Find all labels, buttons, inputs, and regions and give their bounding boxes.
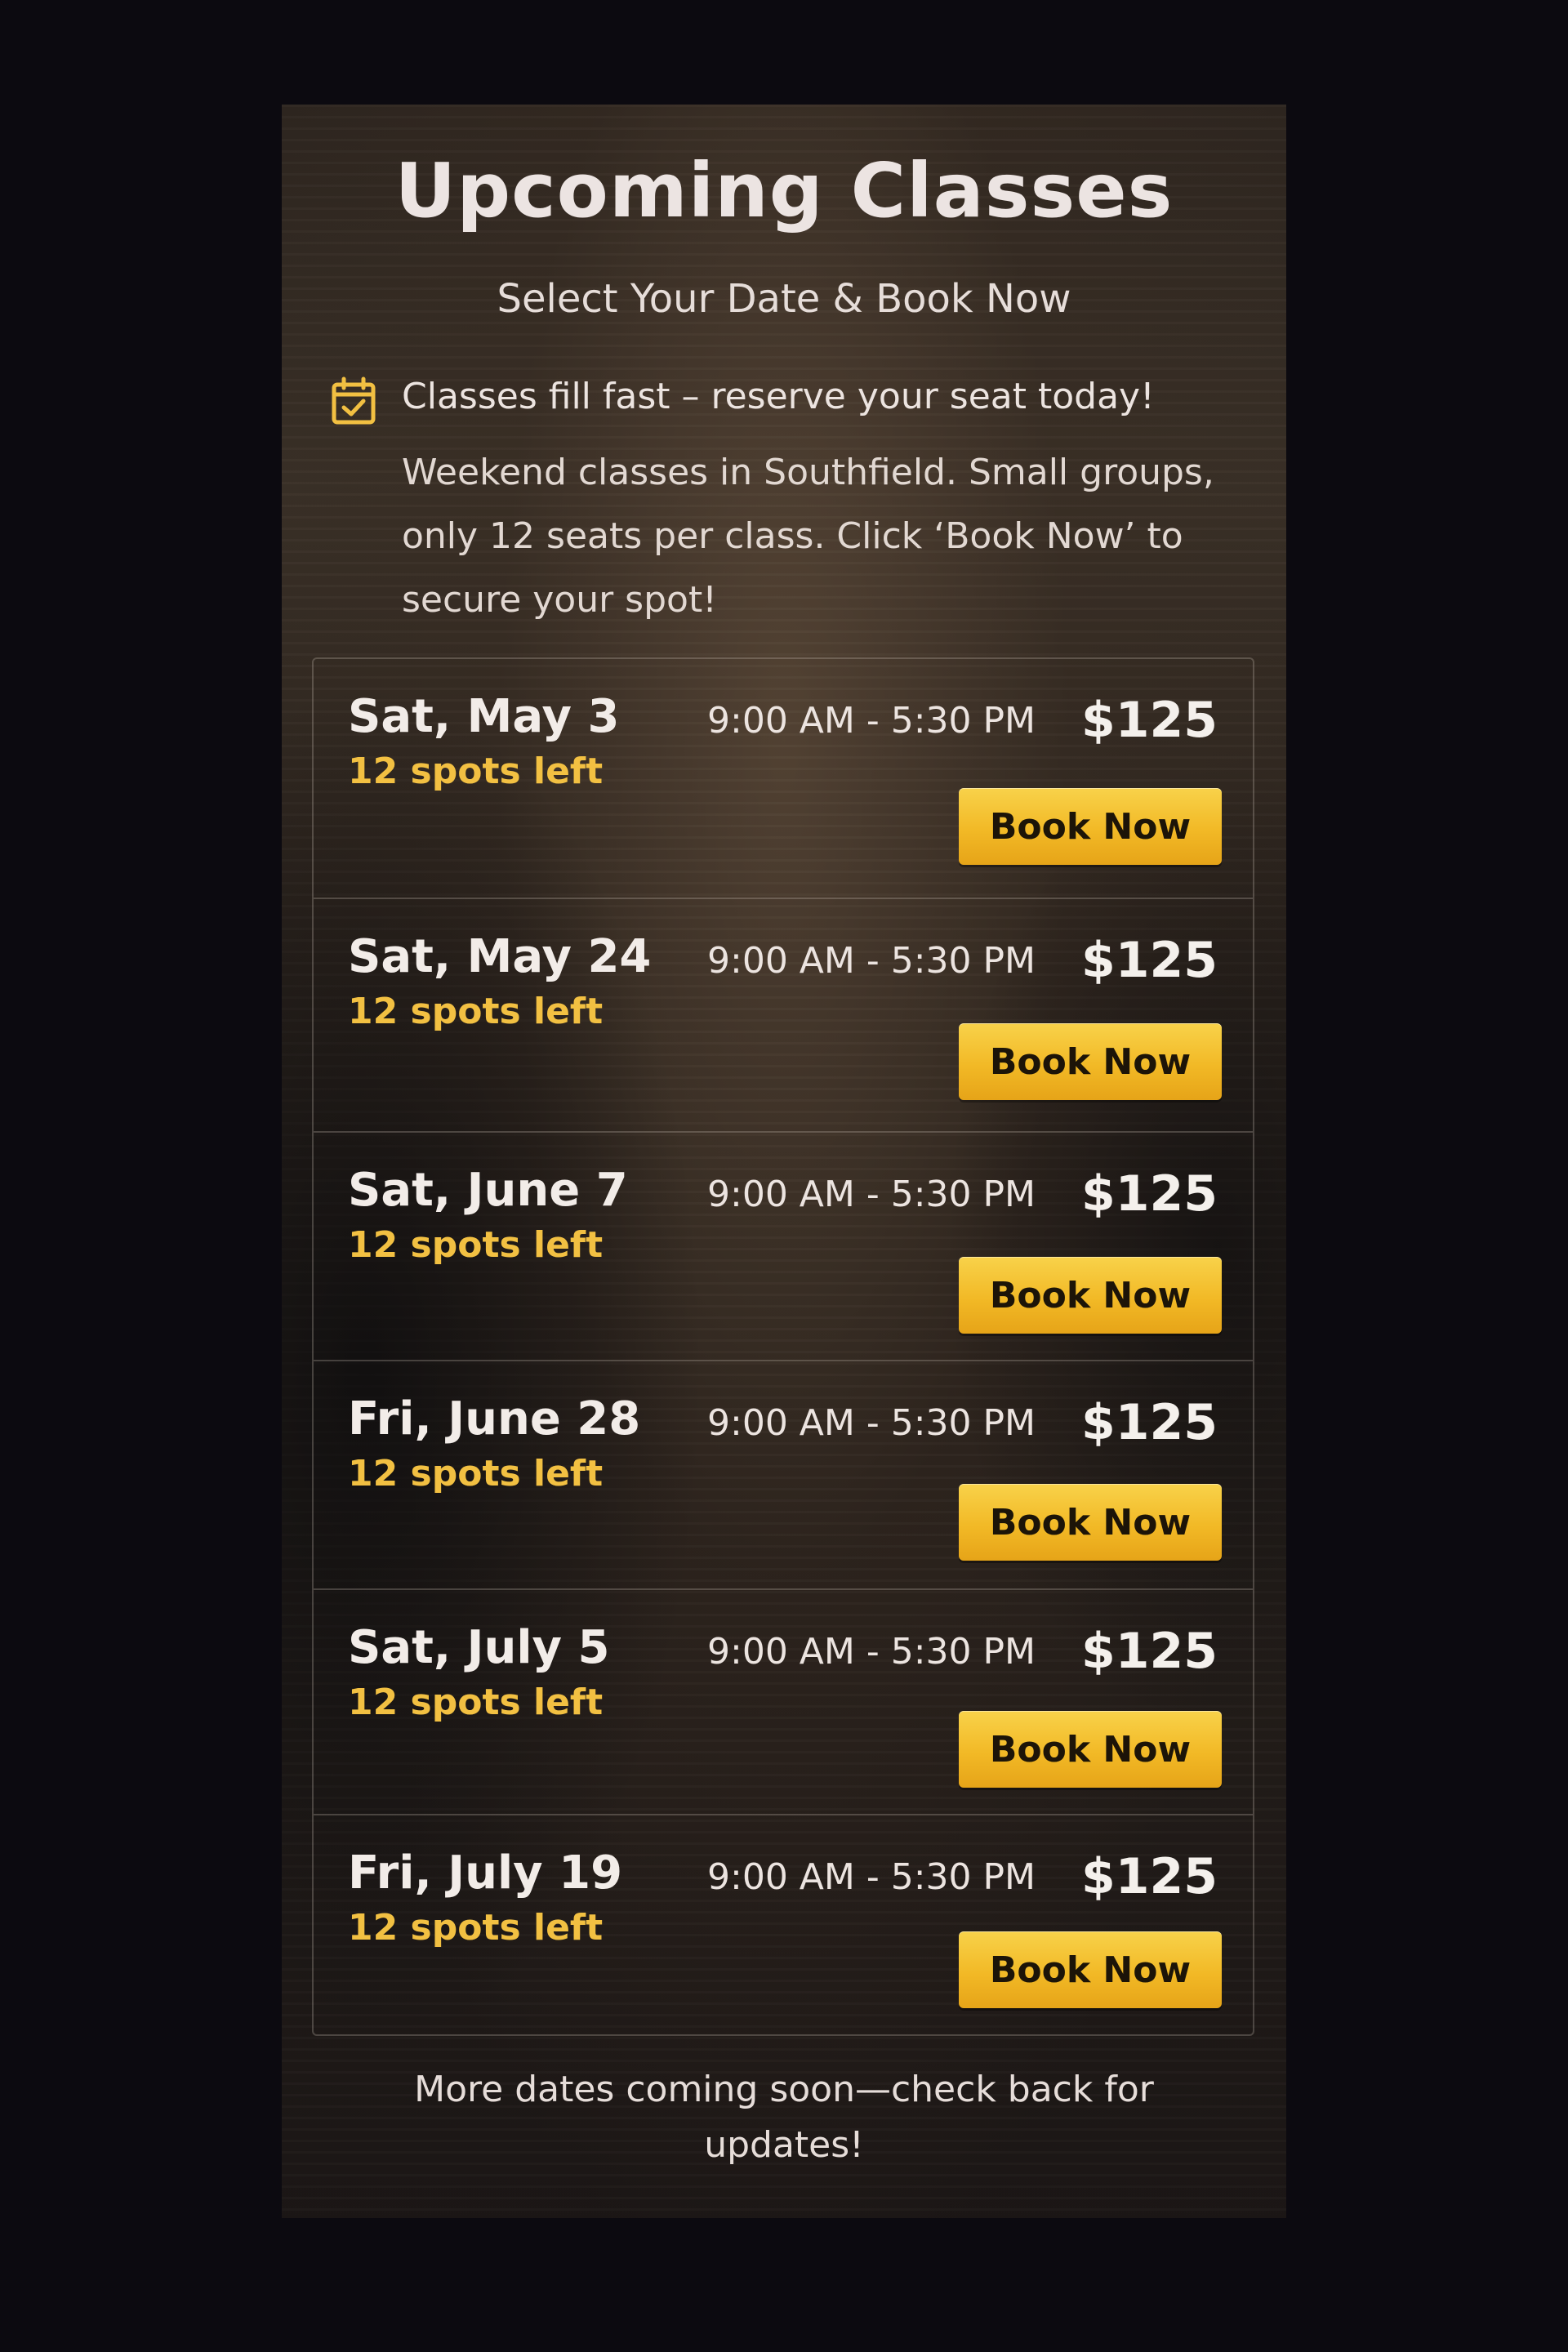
book-now-button[interactable]: Book Now [959, 1257, 1222, 1334]
page-subtitle: Select Your Date & Book Now [497, 276, 1071, 322]
class-date: Fri, June 28 [348, 1392, 641, 1446]
spots-left: 12 spots left [348, 1682, 604, 1723]
class-time: 9:00 AM - 5:30 PM [707, 1174, 1036, 1215]
spots-left: 12 spots left [348, 1453, 604, 1494]
spots-left: 12 spots left [348, 1907, 604, 1949]
class-price: $125 [1081, 692, 1218, 749]
class-list: Sat, May 3 12 spots left 9:00 AM - 5:30 … [312, 657, 1254, 2036]
calendar-check-icon [332, 376, 376, 425]
book-now-button[interactable]: Book Now [959, 1931, 1222, 2008]
class-price: $125 [1081, 1623, 1218, 1680]
book-now-button[interactable]: Book Now [959, 788, 1222, 865]
class-time: 9:00 AM - 5:30 PM [707, 940, 1036, 982]
spots-left: 12 spots left [348, 751, 604, 792]
class-price: $125 [1081, 1394, 1218, 1451]
class-row: Fri, June 28 12 spots left 9:00 AM - 5:3… [314, 1361, 1253, 1590]
book-now-button[interactable]: Book Now [959, 1484, 1222, 1561]
class-time: 9:00 AM - 5:30 PM [707, 1856, 1036, 1898]
class-price: $125 [1081, 932, 1218, 989]
book-now-button[interactable]: Book Now [959, 1023, 1222, 1100]
class-time: 9:00 AM - 5:30 PM [707, 1631, 1036, 1673]
class-date: Sat, May 3 [348, 690, 620, 743]
class-row: Sat, June 7 12 spots left 9:00 AM - 5:30… [314, 1133, 1253, 1361]
class-time: 9:00 AM - 5:30 PM [707, 700, 1036, 742]
class-price: $125 [1081, 1848, 1218, 1905]
spots-left: 12 spots left [348, 1224, 604, 1266]
class-row: Sat, July 5 12 spots left 9:00 AM - 5:30… [314, 1590, 1253, 1815]
class-row: Sat, May 3 12 spots left 9:00 AM - 5:30 … [314, 659, 1253, 899]
class-row: Sat, May 24 12 spots left 9:00 AM - 5:30… [314, 899, 1253, 1133]
page-title: Upcoming Classes [394, 147, 1174, 234]
notice-body: Weekend classes in Southfield. Small gro… [402, 452, 1214, 621]
footer-note: More dates coming soon—check back for up… [414, 2069, 1154, 2166]
class-date: Fri, July 19 [348, 1846, 623, 1900]
notice-headline: Classes fill fast – reserve your seat to… [402, 376, 1155, 417]
book-now-button[interactable]: Book Now [959, 1711, 1222, 1788]
class-time: 9:00 AM - 5:30 PM [707, 1402, 1036, 1444]
class-date: Sat, May 24 [348, 930, 652, 983]
class-price: $125 [1081, 1165, 1218, 1223]
class-row: Fri, July 19 12 spots left 9:00 AM - 5:3… [314, 1815, 1253, 2034]
class-date: Sat, July 5 [348, 1621, 610, 1674]
class-date: Sat, June 7 [348, 1164, 628, 1217]
spots-left: 12 spots left [348, 991, 604, 1032]
